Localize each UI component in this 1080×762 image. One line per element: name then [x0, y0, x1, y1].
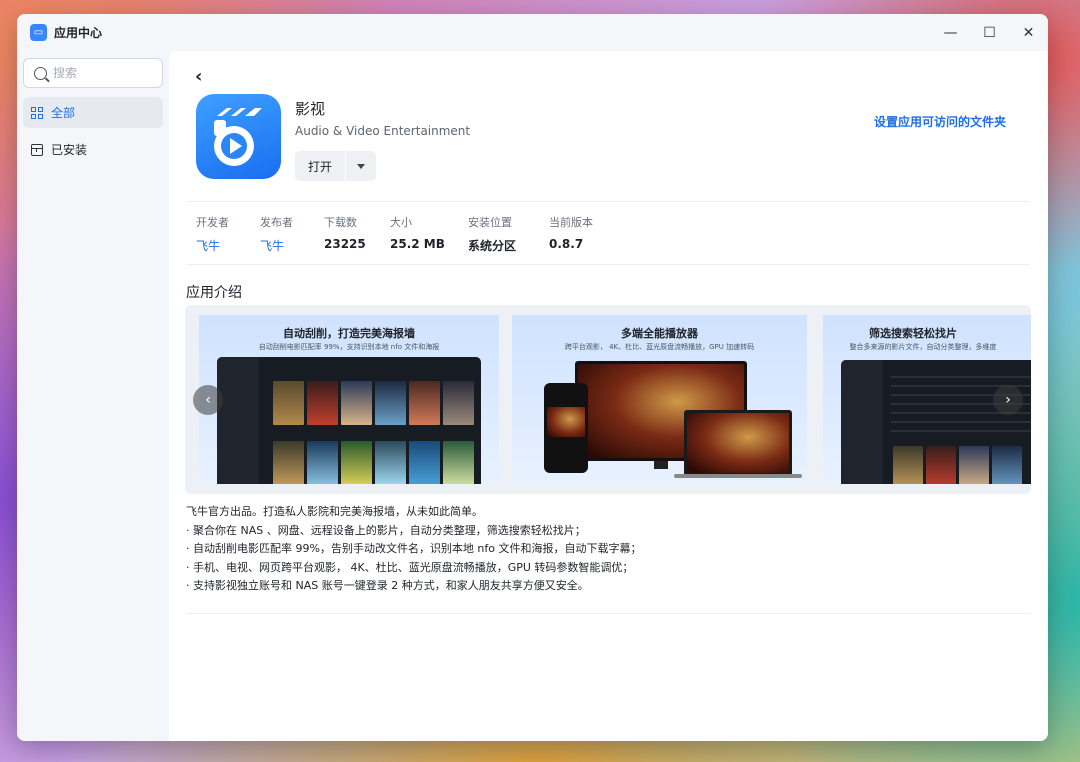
open-button-group: 打开 — [295, 151, 376, 181]
publisher-link[interactable]: 飞牛 — [260, 237, 324, 254]
divider — [187, 201, 1030, 202]
title-bar: ▭ 应用中心 — ☐ ✕ — [17, 14, 1048, 51]
meta-publisher: 发布者 飞牛 — [260, 214, 324, 254]
sidebar-item-installed[interactable]: 已安装 — [23, 134, 163, 165]
open-dropdown-button[interactable] — [346, 151, 376, 181]
description-line: · 自动刮削电影匹配率 99%，告别手动改文件名，识别本地 nfo 文件和海报，… — [186, 542, 642, 556]
search-box[interactable] — [23, 58, 163, 88]
intro-title: 应用介绍 — [186, 285, 242, 301]
divider — [187, 613, 1030, 614]
laptop-mockup — [684, 410, 792, 476]
meta-version: 当前版本 0.8.7 — [549, 216, 593, 251]
app-center-window: ▭ 应用中心 — ☐ ✕ 全部 已安装 ‹ — [17, 14, 1048, 741]
grid-icon — [31, 106, 43, 119]
meta-size: 大小 25.2 MB — [390, 216, 445, 251]
description-line: · 手机、电视、网页跨平台观影， 4K、杜比、蓝光原盘流畅播放，GPU 转码参数… — [186, 560, 634, 574]
app-subtitle: Audio & Video Entertainment — [295, 124, 471, 138]
chevron-down-icon — [357, 163, 365, 169]
meta-install-location: 安装位置 系统分区 — [468, 216, 517, 253]
app-center-logo-icon: ▭ — [30, 24, 47, 41]
sidebar-item-label: 全部 — [51, 106, 76, 120]
description-line: 飞牛官方出品。打造私人影院和完美海报墙，从未如此简单。 — [186, 505, 483, 518]
meta-downloads: 下载数 23225 — [324, 216, 366, 251]
tv-stand — [654, 461, 668, 469]
meta-developer: 开发者 飞牛 — [196, 214, 260, 254]
developer-link[interactable]: 飞牛 — [196, 237, 260, 254]
gallery-next-button[interactable]: › — [993, 385, 1023, 415]
description-line: · 支持影视独立账号和 NAS 账号一键登录 2 种方式，和家人朋友共享方便又安… — [186, 579, 589, 593]
maximize-button[interactable]: ☐ — [970, 14, 1009, 51]
gallery-prev-button[interactable]: ‹ — [193, 385, 223, 415]
screenshot-2[interactable]: 多端全能播放器 跨平台观影， 4K、杜比、蓝光原盘流畅播放，GPU 加速转码 — [512, 315, 807, 484]
app-meta-info: 开发者 飞牛 发布者 飞牛 下载数 23225 大小 25.2 MB 安装位置 … — [196, 214, 619, 254]
app-detail-panel: ‹ 影视 Audio & Video Entertainment 打开 设置应用… — [169, 51, 1048, 741]
minimize-button[interactable]: — — [931, 14, 970, 51]
sidebar-item-label: 已安装 — [51, 143, 88, 157]
screenshot-1[interactable]: 自动刮削，打造完美海报墙 自动刮削电影匹配率 99%，支持识别本地 nfo 文件… — [199, 315, 499, 484]
app-description: 飞牛官方出品。打造私人影院和完美海报墙，从未如此简单。 · 聚合你在 NAS 、… — [186, 503, 642, 596]
search-icon — [34, 66, 47, 80]
divider — [187, 264, 1030, 265]
open-button[interactable]: 打开 — [295, 151, 345, 181]
laptop-base — [674, 474, 802, 478]
set-accessible-folders-link[interactable]: 设置应用可访问的文件夹 — [874, 113, 1006, 130]
search-input[interactable] — [53, 66, 153, 80]
film-play-icon — [214, 108, 262, 166]
close-button[interactable]: ✕ — [1009, 14, 1048, 51]
sidebar: 全部 已安装 — [17, 51, 169, 741]
package-icon — [31, 143, 43, 156]
tablet-mockup — [841, 360, 1031, 484]
tablet-mockup — [217, 357, 481, 484]
sidebar-item-all[interactable]: 全部 — [23, 97, 163, 128]
screenshot-gallery: 自动刮削，打造完美海报墙 自动刮削电影匹配率 99%，支持识别本地 nfo 文件… — [185, 305, 1031, 494]
window-controls: — ☐ ✕ — [931, 14, 1048, 51]
app-icon — [196, 94, 281, 179]
description-line: · 聚合你在 NAS 、网盘、远程设备上的影片，自动分类整理，筛选搜索轻松找片； — [186, 523, 586, 537]
back-arrow-icon[interactable]: ‹ — [195, 66, 202, 87]
app-name: 影视 — [295, 100, 326, 118]
phone-mockup — [544, 383, 588, 473]
window-title: 应用中心 — [54, 26, 103, 40]
